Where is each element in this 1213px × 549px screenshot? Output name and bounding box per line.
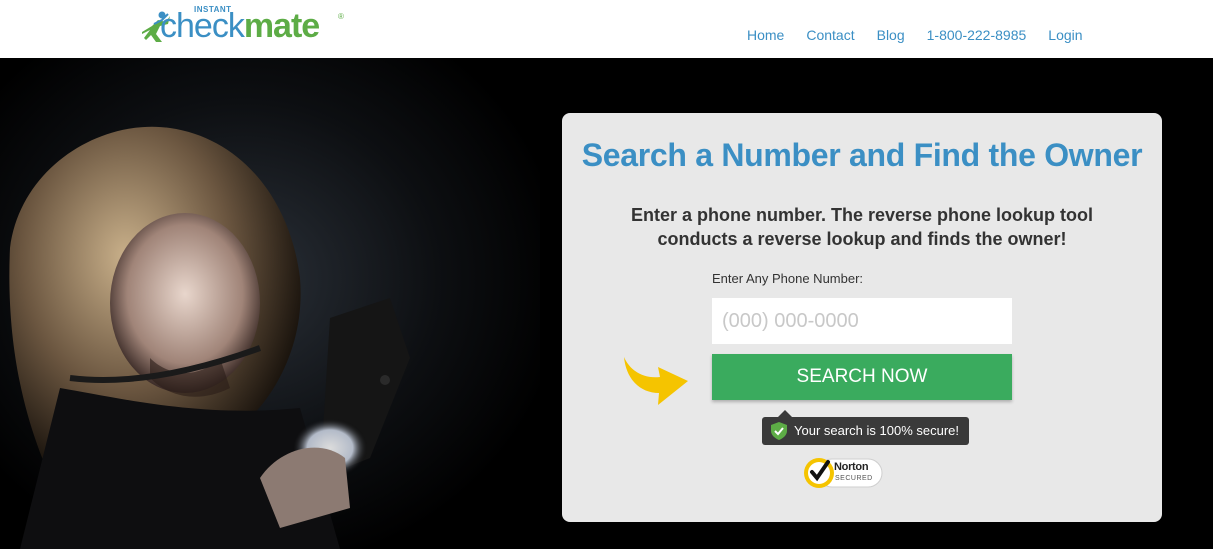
search-panel: Search a Number and Find the Owner Enter…: [562, 113, 1162, 522]
nav-blog-link[interactable]: Blog: [877, 27, 905, 43]
search-now-button[interactable]: SEARCH NOW: [712, 354, 1012, 400]
woman-with-phone-photo: [0, 58, 540, 549]
main-nav: Home Contact Blog 1-800-222-8985 Login: [747, 27, 1105, 43]
nav-contact-link[interactable]: Contact: [806, 27, 854, 43]
nav-login-link[interactable]: Login: [1048, 27, 1082, 43]
logo-registered-mark: ®: [338, 12, 344, 21]
secure-tooltip: Your search is 100% secure!: [762, 410, 970, 445]
secure-tooltip-text: Your search is 100% secure!: [794, 423, 960, 438]
phone-number-label: Enter Any Phone Number:: [712, 271, 864, 286]
nav-phone-link[interactable]: 1-800-222-8985: [927, 27, 1027, 43]
norton-name: Norton: [834, 461, 869, 473]
search-description: Enter a phone number. The reverse phone …: [630, 205, 1094, 249]
phone-number-input[interactable]: [712, 298, 1012, 344]
norton-secured-badge: Norton SECURED: [804, 456, 884, 490]
search-title: Search a Number and Find the Owner: [581, 137, 1143, 173]
logo-check-text: check: [160, 7, 245, 45]
logo-mate-text: mate: [243, 7, 320, 45]
checkmate-logo[interactable]: INSTANT checkmate ®: [140, 2, 350, 46]
nav-home-link[interactable]: Home: [747, 27, 784, 43]
site-header: INSTANT checkmate ® Home Contact Blog 1-…: [0, 0, 1213, 58]
shield-check-icon: [771, 422, 787, 440]
logo-wordmark: checkmate: [160, 6, 320, 46]
curved-arrow-icon: [624, 357, 688, 405]
norton-secured-text: SECURED: [835, 475, 873, 482]
